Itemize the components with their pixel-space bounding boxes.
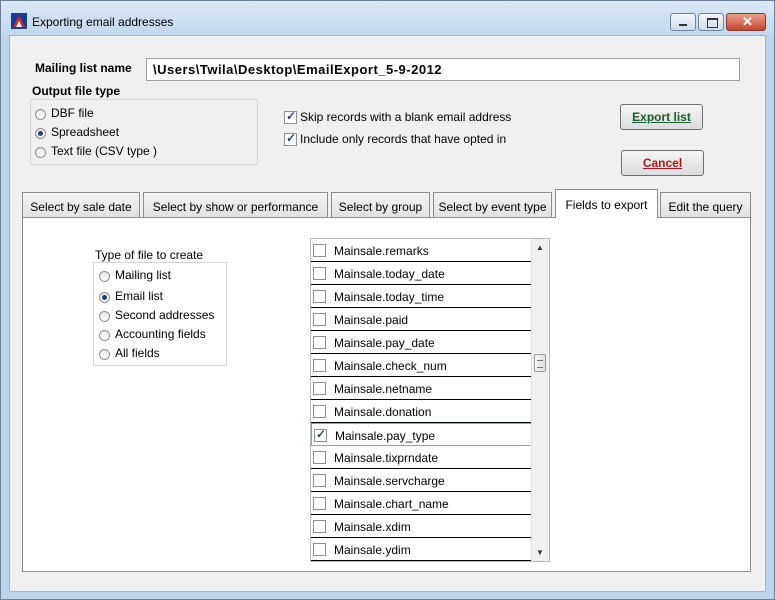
field-label: Mainsale.chart_name xyxy=(334,497,449,511)
radio-mailing-list-button[interactable] xyxy=(99,271,110,282)
tab-fields-to-export[interactable]: Fields to export xyxy=(555,189,658,218)
radio-second-addresses-button[interactable] xyxy=(99,311,110,322)
radio-mailing-list-label: Mailing list xyxy=(115,268,172,282)
field-checkbox[interactable] xyxy=(314,427,327,442)
field-label: Mainsale.check_num xyxy=(334,359,447,373)
field-label: Mainsale.today_date xyxy=(334,267,445,281)
radio-all-fields-label: All fields xyxy=(115,346,160,360)
field-row[interactable]: Mainsale.xdim xyxy=(311,515,532,538)
maximize-icon xyxy=(707,18,718,28)
close-button[interactable]: ✕ xyxy=(726,13,766,31)
scroll-up-arrow-icon[interactable]: ▲ xyxy=(536,243,544,252)
skip-blank-label: Skip records with a blank email address xyxy=(300,110,512,124)
maximize-button[interactable] xyxy=(698,13,724,31)
field-checkbox[interactable] xyxy=(313,451,326,464)
field-label: Mainsale.servcharge xyxy=(334,474,445,488)
dialog-body: Mailing list name \Users\Twila\Desktop\E… xyxy=(9,35,766,592)
tab-show-performance[interactable]: Select by show or performance xyxy=(143,192,328,217)
field-label: Mainsale.today_time xyxy=(334,290,445,304)
field-label: Mainsale.tixprndate xyxy=(334,451,439,465)
field-row[interactable]: Mainsale.tixprndate xyxy=(311,446,532,469)
field-label: Mainsale.ydim xyxy=(334,543,411,557)
export-list-button[interactable]: Export list xyxy=(620,104,703,130)
field-row[interactable]: Mainsale.servcharge xyxy=(311,469,532,492)
fields-list[interactable]: Mainsale.remarks Mainsale.today_date Mai… xyxy=(310,238,550,562)
minimize-icon xyxy=(679,24,687,26)
field-label: Mainsale.pay_type xyxy=(335,429,436,443)
export-window: Exporting email addresses ✕ Mailing list… xyxy=(0,0,775,600)
minimize-button[interactable] xyxy=(670,13,696,31)
field-checkbox[interactable] xyxy=(313,405,326,418)
field-row[interactable]: Mainsale.today_date xyxy=(311,262,532,285)
radio-email-list-label: Email list xyxy=(115,289,164,303)
skip-blank-checkbox[interactable] xyxy=(284,109,297,124)
radio-dbf-button[interactable] xyxy=(35,109,46,120)
field-row[interactable]: Mainsale.ydim xyxy=(311,538,532,561)
field-checkbox[interactable] xyxy=(313,244,326,257)
field-label: Mainsale.netname xyxy=(334,382,433,396)
field-row[interactable]: Mainsale.donation xyxy=(311,400,532,423)
opted-in-checkbox[interactable] xyxy=(284,131,297,146)
field-label: Mainsale.xdim xyxy=(334,520,411,534)
app-icon xyxy=(11,13,27,29)
tab-sale-date[interactable]: Select by sale date xyxy=(22,192,140,217)
output-file-type-label: Output file type xyxy=(32,84,120,98)
radio-email-list-button[interactable] xyxy=(99,292,110,303)
field-row[interactable]: Mainsale.today_time xyxy=(311,285,532,308)
opted-in-label: Include only records that have opted in xyxy=(300,132,507,146)
radio-spreadsheet-label: Spreadsheet xyxy=(51,125,120,139)
field-row[interactable]: Mainsale.chart_name xyxy=(311,492,532,515)
radio-second-addresses-label: Second addresses xyxy=(115,308,215,322)
field-row[interactable]: Mainsale.remarks xyxy=(311,239,532,262)
field-label: Mainsale.donation xyxy=(334,405,432,419)
title-bar: Exporting email addresses ✕ xyxy=(1,1,774,35)
radio-dbf-label: DBF file xyxy=(51,106,94,120)
field-checkbox[interactable] xyxy=(313,313,326,326)
field-checkbox[interactable] xyxy=(313,359,326,372)
tab-group[interactable]: Select by group xyxy=(331,192,430,217)
field-row[interactable]: Mainsale.netname xyxy=(311,377,532,400)
field-checkbox[interactable] xyxy=(313,497,326,510)
radio-text-file-button[interactable] xyxy=(35,147,46,158)
field-checkbox[interactable] xyxy=(313,474,326,487)
close-icon: ✕ xyxy=(742,14,753,29)
output-type-group: DBF file Spreadsheet Text file (CSV type… xyxy=(30,99,258,165)
mailing-list-label: Mailing list name xyxy=(35,61,132,75)
field-checkbox[interactable] xyxy=(313,336,326,349)
field-label: Mainsale.paid xyxy=(334,313,409,327)
field-checkbox[interactable] xyxy=(313,543,326,556)
file-type-label: Type of file to create xyxy=(95,248,204,262)
mailing-list-path-input[interactable]: \Users\Twila\Desktop\EmailExport_5-9-201… xyxy=(146,58,740,81)
field-checkbox[interactable] xyxy=(313,520,326,533)
field-row[interactable]: Mainsale.pay_date xyxy=(311,331,532,354)
field-checkbox[interactable] xyxy=(313,267,326,280)
field-label: Mainsale.pay_date xyxy=(334,336,435,350)
radio-all-fields-button[interactable] xyxy=(99,349,110,360)
window-title: Exporting email addresses xyxy=(32,15,174,29)
tab-edit-query[interactable]: Edit the query xyxy=(660,192,751,217)
field-row[interactable]: Mainsale.check_num xyxy=(311,354,532,377)
field-row[interactable]: Mainsale.paid xyxy=(311,308,532,331)
file-type-group: Mailing list Email list Second addresses… xyxy=(93,262,227,366)
field-checkbox[interactable] xyxy=(313,290,326,303)
radio-spreadsheet-button[interactable] xyxy=(35,128,46,139)
scroll-down-arrow-icon[interactable]: ▼ xyxy=(536,548,544,557)
tab-event-type[interactable]: Select by event type xyxy=(433,192,552,217)
cancel-button[interactable]: Cancel xyxy=(621,150,704,176)
scroll-thumb[interactable] xyxy=(534,354,546,372)
field-checkbox[interactable] xyxy=(313,382,326,395)
field-row-selected[interactable]: Mainsale.pay_type xyxy=(311,423,532,446)
radio-accounting-fields-label: Accounting fields xyxy=(115,327,206,341)
radio-accounting-fields-button[interactable] xyxy=(99,330,110,341)
field-label: Mainsale.remarks xyxy=(334,244,429,258)
fields-scrollbar[interactable]: ▲ ▼ xyxy=(531,239,549,561)
radio-text-file-label: Text file (CSV type ) xyxy=(51,144,158,158)
fields-panel: Type of file to create Mailing list Emai… xyxy=(22,217,751,572)
